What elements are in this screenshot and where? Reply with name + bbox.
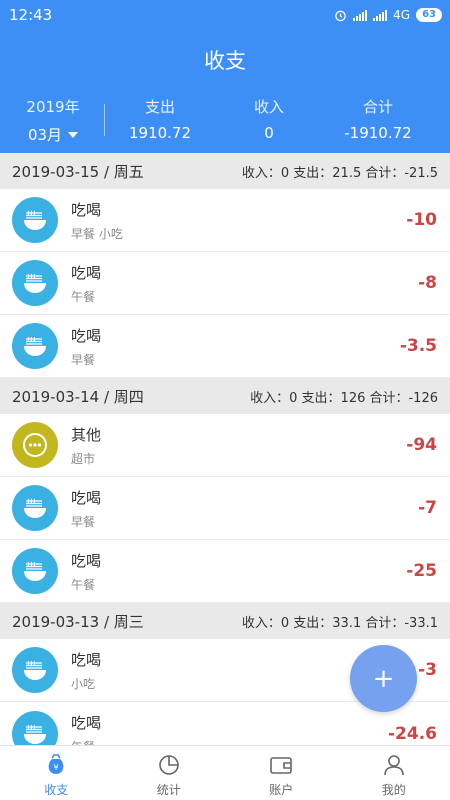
entry-amount: -25 [406,561,437,581]
day-summary: 收入：0 支出：33.1 合计：-33.1 [241,615,438,631]
nav-item-profile[interactable]: 我的 [338,746,450,800]
transaction-row[interactable]: 吃喝 午餐 -25 [0,540,450,603]
nav-label: 账户 [269,783,294,797]
network-type: 4G [393,8,411,22]
entry-category: 吃喝 [71,488,102,507]
person-icon [383,755,404,776]
income-summary: 收入 0 [226,96,312,142]
entry-amount: -24.6 [388,723,437,744]
status-indicators: 4G 63 [334,7,442,23]
noodle-bowl-icon [12,548,58,594]
entry-note: 午餐 [71,289,96,304]
nav-label: 统计 [156,783,181,797]
nav-item-income-expense[interactable]: ¥ 收支 [0,746,113,800]
entry-note: 早餐 [71,514,96,529]
entry-amount: -3 [418,660,437,680]
noodle-bowl-icon [12,647,58,693]
entry-category: 吃喝 [71,263,102,282]
total-summary: 合计 -1910.72 [330,96,426,142]
month-summary: 2019年 03月 支出 1910.72 收入 0 合计 -1910.72 [0,96,450,148]
entry-amount: -8 [418,273,437,293]
transaction-row[interactable]: 吃喝 早餐 -7 [0,477,450,540]
caret-down-icon [68,131,79,138]
bottom-nav: ¥ 收支 统计 账户 我的 [0,745,450,800]
signal-icon [353,9,368,21]
noodle-bowl-icon [12,197,58,243]
income-label: 收入 [253,98,284,116]
noodle-bowl-icon [12,485,58,531]
expense-value: 1910.72 [128,124,192,142]
expense-label: 支出 [144,98,175,116]
entry-note: 早餐 [71,352,96,367]
status-time: 12:43 [9,6,53,24]
nav-item-accounts[interactable]: 账户 [225,746,338,800]
noodle-bowl-icon [12,323,58,369]
entry-category: 吃喝 [71,551,102,570]
nav-label: 我的 [381,783,406,797]
entry-amount: -7 [418,498,437,518]
month-picker[interactable]: 2019年 03月 [14,96,92,145]
total-label: 合计 [362,98,393,116]
total-value: -1910.72 [344,124,412,142]
divider [104,104,105,136]
transaction-row[interactable]: 其他 超市 -94 [0,414,450,477]
day-date: 2019-03-15 / 周五 [12,162,144,181]
noodle-bowl-icon [12,260,58,306]
day-summary: 收入：0 支出：126 合计：-126 [250,390,438,406]
status-bar: 12:43 4G 63 [0,0,450,30]
entry-note: 超市 [71,451,96,466]
year-label: 2019年 [26,98,80,116]
day-header: 2019-03-13 / 周三 收入：0 支出：33.1 合计：-33.1 [0,603,450,639]
entry-category: 吃喝 [71,200,102,219]
noodle-bowl-icon [12,710,58,745]
entry-category: 吃喝 [71,326,102,345]
month-label: 03月 [27,126,63,144]
signal-icon-2 [373,9,388,21]
svg-text:¥: ¥ [54,763,59,772]
day-header: 2019-03-14 / 周四 收入：0 支出：126 合计：-126 [0,378,450,414]
entry-note: 午餐 [71,577,96,592]
transaction-row[interactable]: 吃喝 午餐 -8 [0,252,450,315]
day-date: 2019-03-14 / 周四 [12,387,144,406]
day-summary: 收入：0 支出：21.5 合计：-21.5 [241,165,438,181]
entry-note: 早餐 小吃 [71,226,123,241]
more-dots-icon [12,422,58,468]
day-header: 2019-03-15 / 周五 收入：0 支出：21.5 合计：-21.5 [0,153,450,189]
app-header: 12:43 4G 63 收支 2019年 03月 支出 1910.72 收入 0… [0,0,450,153]
pie-chart-icon [158,755,179,775]
nav-item-statistics[interactable]: 统计 [113,746,226,800]
entry-amount: -94 [406,435,437,455]
entry-amount: -10 [406,210,437,230]
day-date: 2019-03-13 / 周三 [12,612,144,631]
income-value: 0 [264,124,274,142]
nav-label: 收支 [44,783,69,797]
alarm-icon [335,10,346,21]
add-entry-button[interactable]: + [350,645,417,712]
page-title: 收支 [204,49,246,73]
money-bag-icon: ¥ [48,754,64,774]
expense-summary: 支出 1910.72 [118,96,202,142]
transaction-row[interactable]: 吃喝 早餐 小吃 -10 [0,189,450,252]
wallet-icon [270,757,293,774]
entry-category: 其他 [71,425,102,444]
transaction-row[interactable]: 吃喝 早餐 -3.5 [0,315,450,378]
entry-amount: -3.5 [399,336,437,356]
battery-icon: 63 [416,8,442,22]
